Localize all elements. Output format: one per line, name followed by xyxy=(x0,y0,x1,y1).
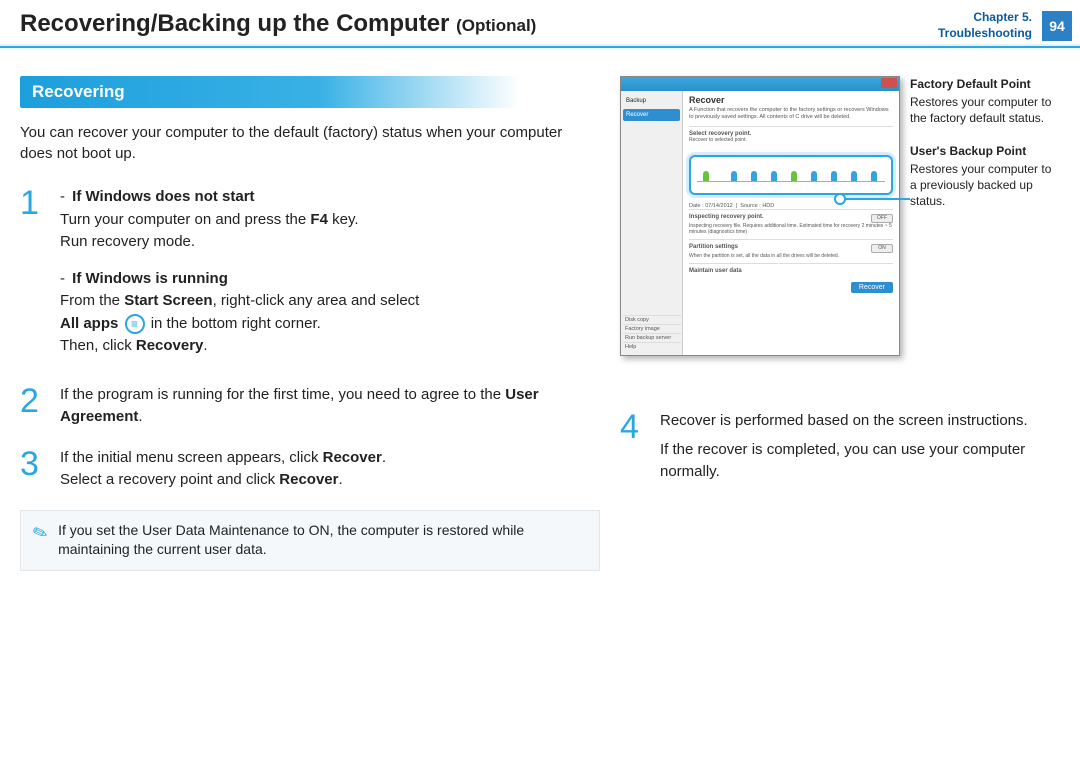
recover-button: Recover xyxy=(851,282,893,293)
page-number: 94 xyxy=(1042,11,1072,41)
title-optional: (Optional) xyxy=(456,16,536,35)
note-text: If you set the User Data Maintenance to … xyxy=(58,521,587,560)
callout-connector xyxy=(844,198,910,200)
recovery-screenshot: Backup Recover Disk copy Factory image R… xyxy=(620,76,900,356)
step-number: 3 xyxy=(20,447,46,492)
chapter-line1: Chapter 5. xyxy=(938,10,1032,26)
callouts: Factory Default Point Restores your comp… xyxy=(910,76,1060,225)
window-titlebar xyxy=(621,77,899,91)
step-1: 1 - If Windows does not start Turn your … xyxy=(20,186,600,366)
callout-factory-default: Factory Default Point Restores your comp… xyxy=(910,76,1060,127)
callout-user-backup: User's Backup Point Restores your comput… xyxy=(910,143,1060,210)
title-main: Recovering/Backing up the Computer xyxy=(20,10,449,37)
step-2: 2 If the program is running for the firs… xyxy=(20,384,600,429)
screenshot-content: Recover A Function that recovers the com… xyxy=(683,91,899,355)
sidebar-item-backup: Backup xyxy=(623,95,680,107)
step-3: 3 If the initial menu screen appears, cl… xyxy=(20,447,600,492)
note-icon: ✎ xyxy=(29,519,52,548)
intro-text: You can recover your computer to the def… xyxy=(20,122,590,164)
close-icon xyxy=(881,78,897,88)
step1-b-title: If Windows is running xyxy=(72,270,228,287)
page-title: Recovering/Backing up the Computer (Opti… xyxy=(20,10,536,38)
step1-a-title: If Windows does not start xyxy=(72,188,254,205)
right-column: Backup Recover Disk copy Factory image R… xyxy=(620,76,1060,571)
step-number: 4 xyxy=(620,410,646,484)
chapter-info: Chapter 5. Troubleshooting 94 xyxy=(938,10,1080,41)
screenshot-sidebar: Backup Recover Disk copy Factory image R… xyxy=(621,91,683,355)
step-number: 1 xyxy=(20,186,46,366)
step-number: 2 xyxy=(20,384,46,429)
section-heading: Recovering xyxy=(20,76,520,108)
chapter-line2: Troubleshooting xyxy=(938,26,1032,42)
sidebar-item-recover: Recover xyxy=(623,109,680,121)
note-box: ✎ If you set the User Data Maintenance t… xyxy=(20,510,600,571)
step-4: 4 Recover is performed based on the scre… xyxy=(620,410,1060,484)
recovery-timeline xyxy=(689,155,893,195)
left-column: Recovering You can recover your computer… xyxy=(20,76,600,571)
page-header: Recovering/Backing up the Computer (Opti… xyxy=(0,0,1080,48)
all-apps-icon xyxy=(125,314,145,334)
